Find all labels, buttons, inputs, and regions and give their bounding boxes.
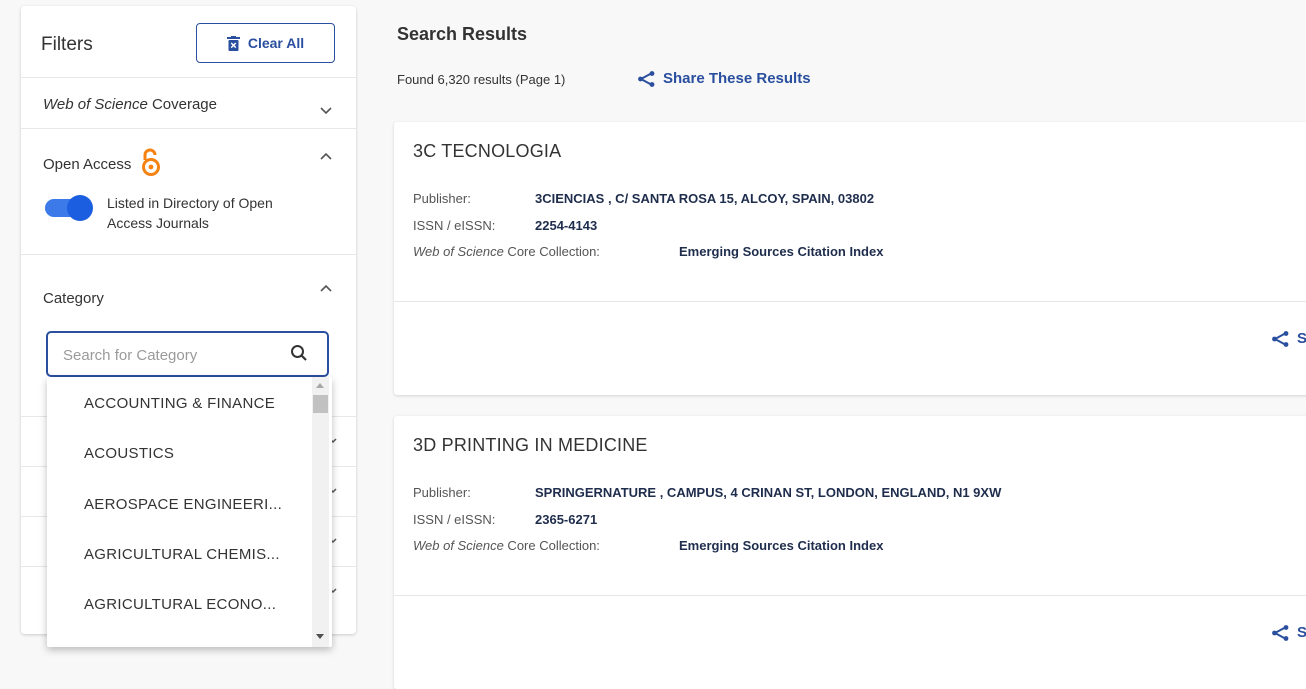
collection-value: Emerging Sources Citation Index [679, 244, 884, 259]
share-journal-button[interactable]: S [1271, 330, 1306, 347]
publisher-value: SPRINGERNATURE , CAMPUS, 4 CRINAN ST, LO… [535, 485, 1002, 500]
search-results-title: Search Results [397, 24, 528, 44]
filters-title: Filters [41, 34, 93, 55]
issn-value: 2365-6271 [535, 512, 598, 527]
clear-all-label: Clear All [247, 35, 305, 51]
doaj-toggle-label: Listed in Directory of Open Access Journ… [107, 195, 273, 231]
category-option[interactable]: ACCOUNTING & FINANCE [84, 395, 275, 412]
share-results-label: Share These Results [663, 70, 811, 87]
issn-label: ISSN / eISSN: [413, 218, 496, 233]
wos-coverage-section[interactable]: Web of Science Coverage [21, 77, 356, 129]
trash-icon [226, 35, 240, 51]
chevron-up-icon[interactable] [318, 149, 334, 165]
collection-label: Web of Science Core Collection: [413, 538, 600, 553]
filters-header: Filters Clear All [21, 6, 356, 78]
card-divider [394, 595, 1306, 596]
share-icon [638, 70, 655, 87]
open-access-section: Open Access Listed in Directory of Open … [21, 128, 356, 255]
publisher-label: Publisher: [413, 191, 471, 206]
open-access-label: Open Access [43, 156, 132, 173]
scroll-down-arrow-icon[interactable] [316, 634, 324, 639]
share-journal-button[interactable]: S [1271, 624, 1306, 641]
chevron-up-icon[interactable] [318, 281, 334, 297]
issn-label: ISSN / eISSN: [413, 512, 496, 527]
publisher-value: 3CIENCIAS , C/ SANTA ROSA 15, ALCOY, SPA… [535, 191, 875, 206]
scroll-up-arrow-icon[interactable] [316, 383, 324, 388]
clear-all-button[interactable]: Clear All [196, 23, 335, 63]
dropdown-scrollbar[interactable] [312, 377, 329, 647]
category-option[interactable]: AEROSPACE ENGINEERI... [84, 496, 282, 513]
category-label: Category [43, 290, 104, 307]
doaj-toggle[interactable] [45, 195, 93, 221]
category-option[interactable]: AGRICULTURAL ECONO... [84, 596, 276, 613]
results-count: Found 6,320 results (Page 1) [397, 72, 566, 87]
share-journal-label: S [1297, 624, 1306, 641]
share-icon [1272, 624, 1289, 641]
category-search-box [46, 331, 329, 377]
share-journal-label: S [1297, 330, 1306, 347]
share-results-button[interactable]: Share These Results [637, 70, 811, 87]
collection-value: Emerging Sources Citation Index [679, 538, 884, 553]
category-dropdown: ACCOUNTING & FINANCE ACOUSTICS AEROSPACE… [47, 377, 332, 647]
journal-title-link[interactable]: 3D PRINTING IN MEDICINE [413, 435, 648, 456]
toggle-knob [67, 195, 93, 221]
wos-coverage-label: Web of Science Coverage [43, 96, 217, 113]
open-access-lock-icon [142, 148, 160, 176]
search-icon[interactable] [290, 344, 308, 362]
scroll-thumb[interactable] [313, 395, 328, 413]
journal-title-link[interactable]: 3C TECNOLOGIA [413, 141, 561, 162]
issn-value: 2254-4143 [535, 218, 598, 233]
publisher-label: Publisher: [413, 485, 471, 500]
collection-label: Web of Science Core Collection: [413, 244, 600, 259]
chevron-down-icon[interactable] [318, 102, 334, 118]
result-card: 3C TECNOLOGIA Publisher: 3CIENCIAS , C/ … [394, 122, 1306, 395]
share-icon [1272, 330, 1289, 347]
card-divider [394, 301, 1306, 302]
category-option[interactable]: ACOUSTICS [84, 445, 174, 462]
result-card: 3D PRINTING IN MEDICINE Publisher: SPRIN… [394, 416, 1306, 689]
category-option[interactable]: AGRICULTURAL CHEMIS... [84, 546, 280, 563]
category-search-input[interactable] [63, 343, 273, 367]
